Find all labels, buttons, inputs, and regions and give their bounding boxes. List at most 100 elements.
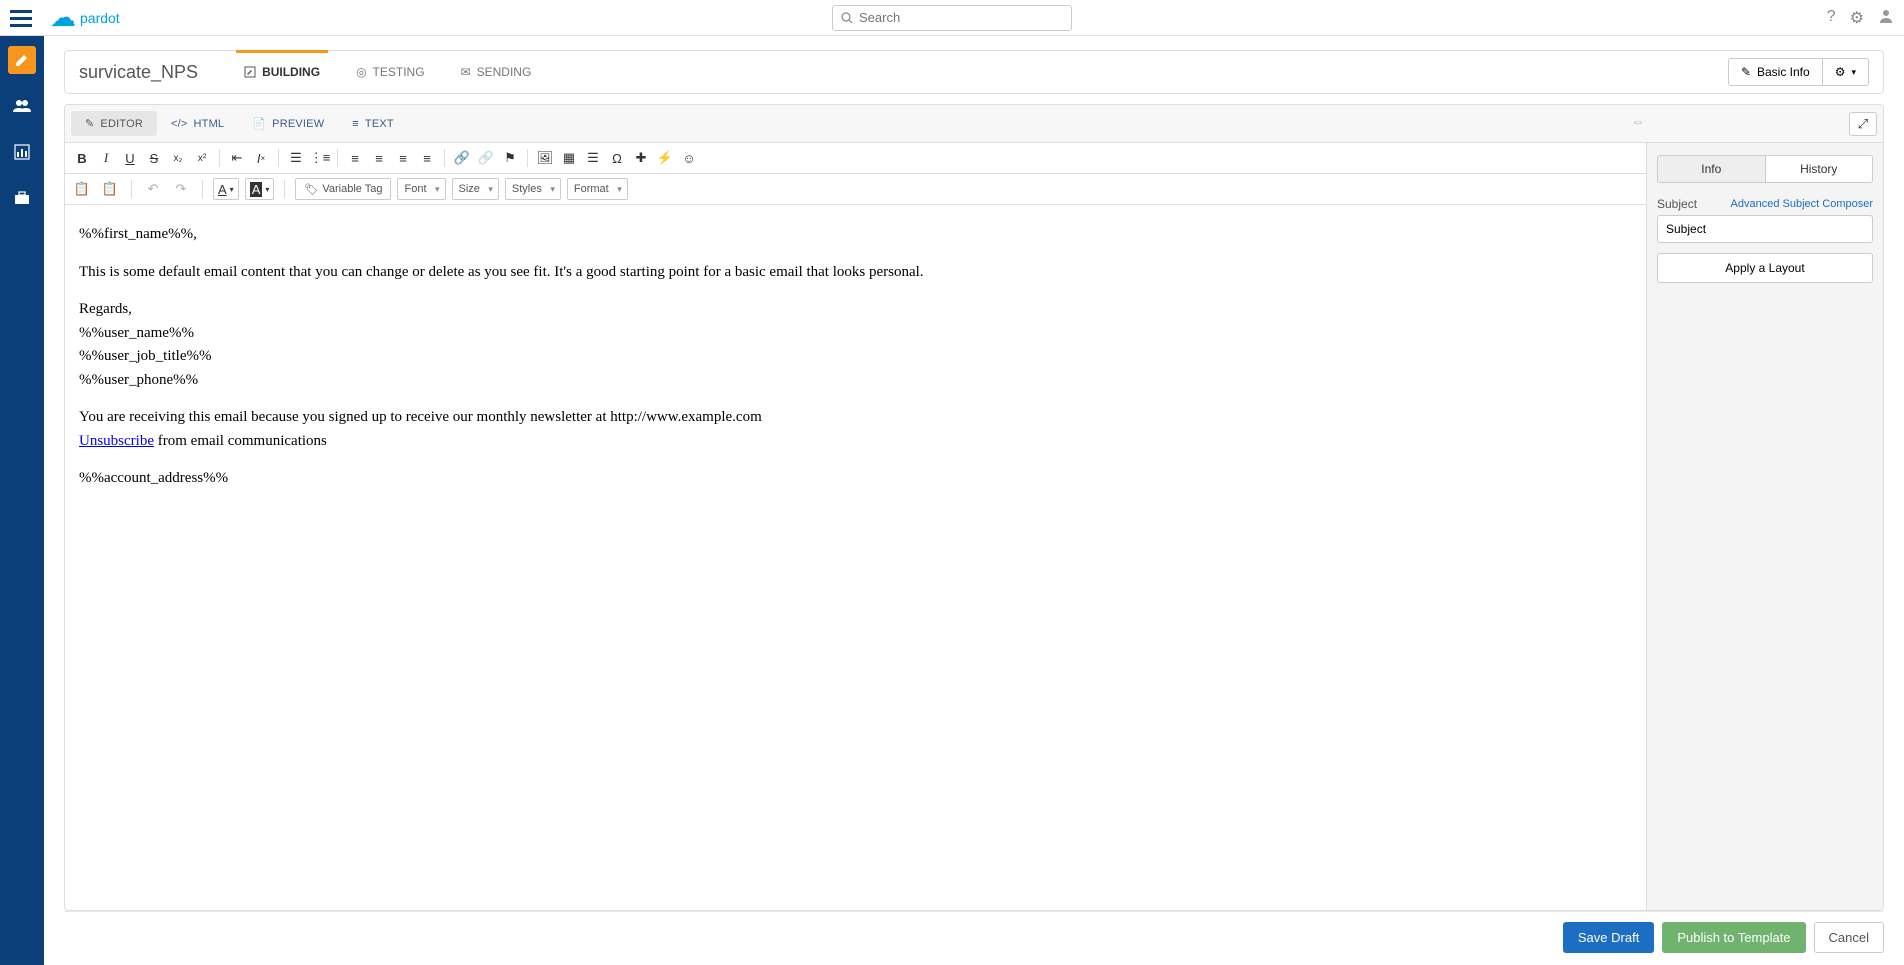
gear-icon: ⚙ <box>1835 65 1846 79</box>
subject-input[interactable] <box>1657 215 1873 243</box>
edit-icon <box>244 66 256 78</box>
salesforce-cloud-icon: ☁ <box>50 2 76 33</box>
tab-html[interactable]: </> HTML <box>157 111 238 136</box>
save-draft-button[interactable]: Save Draft <box>1563 922 1654 953</box>
user-icon[interactable] <box>1878 8 1894 28</box>
settings-dropdown-button[interactable]: ⚙ ▾ <box>1822 58 1869 86</box>
brand-text: pardot <box>80 10 120 26</box>
phase-sending[interactable]: ✉ SENDING <box>443 51 550 93</box>
superscript-button[interactable]: x² <box>191 147 213 169</box>
emoji-button[interactable]: ☺ <box>678 147 700 169</box>
email-line: %%first_name%%, <box>79 223 1632 246</box>
separator <box>278 149 279 167</box>
clear-format-button[interactable]: I× <box>250 147 272 169</box>
unlink-button[interactable]: 🔗 <box>475 147 497 169</box>
phase-label: BUILDING <box>262 65 320 79</box>
apply-layout-button[interactable]: Apply a Layout <box>1657 253 1873 283</box>
unsubscribe-link[interactable]: Unsubscribe <box>79 433 154 449</box>
numbered-list-button[interactable]: ☰ <box>285 147 307 169</box>
nav-briefcase-icon[interactable] <box>8 184 36 212</box>
email-line: %%user_job_title%% <box>79 345 1632 368</box>
align-right-button[interactable]: ≡ <box>392 147 414 169</box>
tab-preview[interactable]: 📄 PREVIEW <box>238 111 338 136</box>
advanced-subject-link[interactable]: Advanced Subject Composer <box>1731 198 1873 210</box>
align-left-button[interactable]: ≡ <box>344 147 366 169</box>
phase-building[interactable]: BUILDING <box>226 51 338 93</box>
tab-label: PREVIEW <box>272 118 324 130</box>
bg-color-button[interactable]: A▾ <box>245 178 275 200</box>
anchor-button[interactable]: ⚑ <box>499 147 521 169</box>
separator <box>337 149 338 167</box>
styles-label: Styles <box>512 183 542 195</box>
side-tab-info[interactable]: Info <box>1658 156 1765 182</box>
insert-button[interactable]: ✚ <box>630 147 652 169</box>
topbar: ☁ pardot ? ⚙ <box>0 0 1904 36</box>
paste-button[interactable]: 📋 <box>71 178 93 200</box>
align-center-button[interactable]: ≡ <box>368 147 390 169</box>
align-justify-button[interactable]: ≡ <box>416 147 438 169</box>
search-container <box>832 5 1072 31</box>
work-body: B I U S x₂ x² ⇤ I× ☰ ⋮≡ ≡ ≡ <box>65 143 1883 910</box>
nav-people-icon[interactable] <box>8 92 36 120</box>
bold-button[interactable]: B <box>71 147 93 169</box>
variable-tag-button[interactable]: 🏷 Variable Tag <box>295 178 391 200</box>
caret-down-icon: ▾ <box>1851 67 1856 78</box>
side-tab-history[interactable]: History <box>1765 156 1873 182</box>
outdent-button[interactable]: ⇤ <box>226 147 248 169</box>
spacer <box>79 284 1632 298</box>
hamburger-menu-icon[interactable] <box>10 9 32 27</box>
font-dropdown[interactable]: Font <box>397 178 445 200</box>
basic-info-button[interactable]: ✎ Basic Info <box>1728 58 1823 86</box>
separator <box>527 149 528 167</box>
search-box[interactable] <box>832 5 1072 31</box>
variable-tag-label: Variable Tag <box>322 183 382 195</box>
strike-button[interactable]: S <box>143 147 165 169</box>
hr-button[interactable]: ☰ <box>582 147 604 169</box>
settings-icon[interactable]: ⚙ <box>1850 8 1864 28</box>
email-canvas[interactable]: %%first_name%%, This is some default ema… <box>65 205 1646 910</box>
tab-editor[interactable]: ✎ EDITOR <box>71 111 157 136</box>
format-dropdown[interactable]: Format <box>567 178 628 200</box>
panel-resize-handle[interactable]: ⇔ <box>1631 113 1645 129</box>
phase-tabs: BUILDING ◎ TESTING ✉ SENDING <box>226 51 549 93</box>
subject-label: Subject <box>1657 197 1697 211</box>
main: survicate_NPS BUILDING ◎ TESTING ✉ SENDI… <box>44 36 1904 965</box>
separator <box>131 180 132 198</box>
redo-button[interactable]: ↷ <box>170 178 192 200</box>
undo-button[interactable]: ↶ <box>142 178 164 200</box>
special-char-button[interactable]: Ω <box>606 147 628 169</box>
link-button[interactable]: 🔗 <box>451 147 473 169</box>
table-button[interactable]: ▦ <box>558 147 580 169</box>
spacer <box>79 392 1632 406</box>
search-input[interactable] <box>859 10 1063 25</box>
separator <box>202 180 203 198</box>
tab-text[interactable]: ≡ TEXT <box>338 111 408 136</box>
fullscreen-button[interactable]: ⤢ <box>1849 112 1877 136</box>
styles-dropdown[interactable]: Styles <box>505 178 561 200</box>
left-nav <box>0 36 44 965</box>
phase-testing[interactable]: ◎ TESTING <box>338 51 443 93</box>
paste-text-button[interactable]: 📋 <box>99 178 121 200</box>
nav-edit-icon[interactable] <box>8 46 36 74</box>
image-button[interactable]: 🖼 <box>534 147 556 169</box>
text-color-button[interactable]: A▾ <box>213 178 239 200</box>
size-dropdown[interactable]: Size <box>452 178 499 200</box>
rich-text-toolbar-1: B I U S x₂ x² ⇤ I× ☰ ⋮≡ ≡ ≡ <box>65 143 1646 174</box>
italic-button[interactable]: I <box>95 147 117 169</box>
cancel-button[interactable]: Cancel <box>1814 922 1884 953</box>
email-text: from email communications <box>154 433 327 449</box>
nav-chart-icon[interactable] <box>8 138 36 166</box>
side-tabs: Info History <box>1657 155 1873 183</box>
email-line: Unsubscribe from email communications <box>79 430 1632 453</box>
bolt-button[interactable]: ⚡ <box>654 147 676 169</box>
email-line: This is some default email content that … <box>79 261 1632 284</box>
publish-template-button[interactable]: Publish to Template <box>1662 922 1805 953</box>
help-icon[interactable]: ? <box>1827 8 1836 28</box>
underline-button[interactable]: U <box>119 147 141 169</box>
page-title: survicate_NPS <box>79 62 198 83</box>
logo: ☁ pardot <box>50 2 120 33</box>
size-label: Size <box>459 183 480 195</box>
subscript-button[interactable]: x₂ <box>167 147 189 169</box>
bulleted-list-button[interactable]: ⋮≡ <box>309 147 331 169</box>
email-line: Regards, <box>79 298 1632 321</box>
